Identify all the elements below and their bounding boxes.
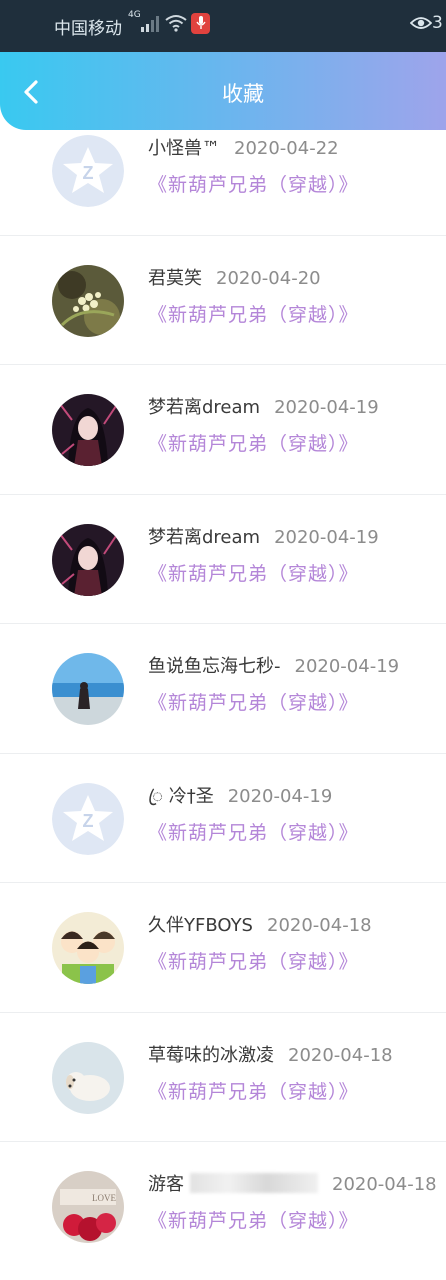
list-item[interactable]: 君莫笑 2020-04-20 《新葫芦兄弟（穿越）》 (0, 236, 446, 365)
work-title-link[interactable]: 《新葫芦兄弟（穿越）》 (148, 947, 359, 974)
eye-icon (410, 17, 432, 29)
user-name: 草莓味的冰激凌 (148, 1044, 274, 1066)
favorite-date: 2020-04-18 (288, 1044, 393, 1066)
status-number: 3 (432, 13, 443, 33)
microphone-icon (191, 13, 210, 34)
flower-photo-avatar[interactable] (52, 264, 124, 337)
network-type: 4G (128, 10, 141, 20)
favorite-date: 2020-04-20 (216, 267, 321, 289)
favorite-date: 2020-04-22 (234, 138, 339, 159)
puppy-photo-avatar[interactable] (52, 1041, 124, 1114)
svg-text:Z: Z (83, 811, 94, 831)
svg-text:LOVE: LOVE (92, 1193, 116, 1203)
user-name: 君莫笑 (148, 267, 202, 289)
user-name-line: 久伴YFBOYS 2020-04-18 (148, 911, 372, 937)
list-item[interactable]: 梦若离dream 2020-04-19 《新葫芦兄弟（穿越）》 (0, 365, 446, 495)
default-qq-avatar-icon[interactable]: Z (52, 782, 124, 855)
user-name: ꦿ 冷†圣 (148, 785, 214, 807)
favorite-date: 2020-04-19 (294, 656, 400, 677)
user-name-line: 小怪兽™ 2020-04-22 (148, 134, 339, 160)
redacted-name-blur (190, 1173, 318, 1193)
user-name-line: 鱼说鱼忘海七秒- 2020-04-19 (148, 652, 399, 678)
work-title-link[interactable]: 《新葫芦兄弟（穿越）》 (148, 818, 359, 845)
user-name-line: 草莓味的冰激凌 2020-04-18 (148, 1041, 393, 1067)
anime-girl-avatar[interactable] (52, 394, 124, 466)
list-item[interactable]: LOVE 游客 2020-04-18 《新葫芦兄弟（穿越）》 (0, 1142, 446, 1272)
user-name-line: 梦若离dream 2020-04-19 (148, 523, 379, 549)
work-title-link[interactable]: 《新葫芦兄弟（穿越）》 (148, 1077, 359, 1104)
favorite-date: 2020-04-19 (227, 785, 333, 807)
list-item[interactable]: 梦若离dream 2020-04-19 《新葫芦兄弟（穿越）》 (0, 495, 446, 624)
user-name: 梦若离dream (148, 397, 261, 418)
work-title-link[interactable]: 《新葫芦兄弟（穿越）》 (148, 170, 359, 197)
work-title-link[interactable]: 《新葫芦兄弟（穿越）》 (148, 688, 359, 715)
rose-photo-avatar[interactable]: LOVE (52, 1171, 124, 1243)
favorites-list: Z 小怪兽™ 2020-04-22 《新葫芦兄弟（穿越）》 君莫笑 2020-04-… (0, 130, 446, 1272)
wifi-icon (165, 15, 187, 32)
favorite-date: 2020-04-19 (274, 526, 379, 548)
favorite-date: 2020-04-18 (267, 915, 372, 936)
default-qq-avatar-icon[interactable]: Z (52, 135, 124, 207)
status-bar: 中国移动 4G 3 (0, 0, 446, 52)
work-title-link[interactable]: 《新葫芦兄弟（穿越）》 (148, 300, 359, 327)
list-item[interactable]: Z 小怪兽™ 2020-04-22 《新葫芦兄弟（穿越）》 (0, 106, 446, 236)
beach-photo-avatar[interactable] (52, 653, 124, 725)
svg-text:Z: Z (83, 163, 94, 183)
user-name-line: 梦若离dream 2020-04-19 (148, 393, 379, 419)
user-name-line: 君莫笑 2020-04-20 (148, 264, 321, 290)
work-title-link[interactable]: 《新葫芦兄弟（穿越）》 (148, 1206, 359, 1233)
favorite-date: 2020-04-19 (274, 397, 379, 418)
list-item[interactable]: 草莓味的冰激凌 2020-04-18 《新葫芦兄弟（穿越）》 (0, 1013, 446, 1142)
favorite-date: 2020-04-18 (332, 1174, 437, 1195)
list-item[interactable]: 久伴YFBOYS 2020-04-18 《新葫芦兄弟（穿越）》 (0, 883, 446, 1013)
work-title-link[interactable]: 《新葫芦兄弟（穿越）》 (148, 429, 359, 456)
user-name: 梦若离dream (148, 526, 261, 548)
user-name-line: 游客 2020-04-18 (148, 1170, 437, 1196)
cartoon-boys-avatar[interactable] (52, 912, 124, 984)
user-name: 小怪兽™ (148, 138, 220, 159)
list-item[interactable]: Z ꦿ 冷†圣 2020-04-19 《新葫芦兄弟（穿越）》 (0, 754, 446, 883)
user-name: 游客 (148, 1174, 184, 1195)
work-title-link[interactable]: 《新葫芦兄弟（穿越）》 (148, 559, 359, 586)
carrier-label: 中国移动 (54, 19, 122, 39)
user-name-line: ꦿ 冷†圣 2020-04-19 (148, 782, 332, 819)
user-name: 久伴YFBOYS (148, 915, 253, 936)
page-title: 收藏 (222, 82, 264, 106)
signal-icon (141, 16, 159, 32)
user-name: 鱼说鱼忘海七秒- (148, 656, 281, 677)
anime-girl-avatar[interactable] (52, 523, 124, 596)
list-item[interactable]: 鱼说鱼忘海七秒- 2020-04-19 《新葫芦兄弟（穿越）》 (0, 624, 446, 754)
